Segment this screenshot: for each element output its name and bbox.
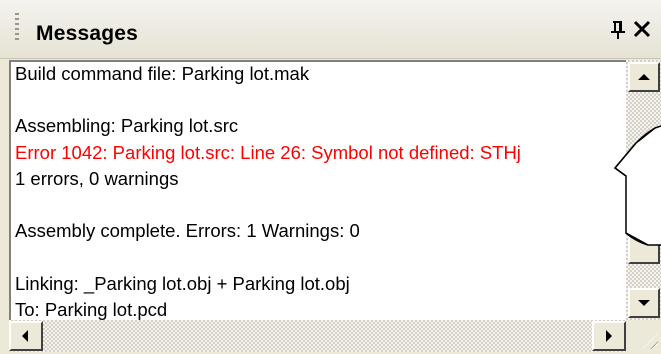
pin-icon[interactable]: [607, 18, 629, 42]
scroll-up-button[interactable]: [628, 62, 660, 92]
messages-panel: Messages Build command file: Parking lot…: [0, 0, 661, 352]
message-line: Assembly complete. Errors: 1 Warnings: 0: [15, 220, 360, 242]
scroll-left-button[interactable]: [9, 321, 43, 351]
vertical-scrollbar[interactable]: [626, 60, 661, 320]
arrow-left-icon: [22, 330, 28, 342]
scroll-thumb[interactable]: [628, 224, 660, 264]
messages-output[interactable]: Build command file: Parking lot.mak Assem…: [9, 60, 626, 322]
panel-title: Messages: [36, 22, 138, 45]
arrow-up-icon: [638, 74, 650, 80]
message-line: Build command file: Parking lot.mak: [15, 63, 310, 84]
scroll-right-button[interactable]: [592, 321, 626, 351]
title-bar[interactable]: Messages: [0, 0, 661, 59]
horizontal-scrollbar[interactable]: [9, 320, 626, 352]
message-line: Linking: _Parking lot.obj + Parking lot.…: [15, 272, 350, 294]
message-line: To: Parking lot.pcd: [15, 298, 168, 320]
close-icon[interactable]: [630, 18, 654, 42]
drag-grip-icon[interactable]: [15, 13, 19, 43]
message-line: 1 errors, 0 warnings: [15, 167, 179, 189]
arrow-right-icon: [606, 330, 612, 342]
message-line: Assembling: Parking lot.src: [15, 115, 239, 137]
scroll-down-button[interactable]: [628, 288, 660, 318]
resize-grip-icon[interactable]: [626, 320, 661, 352]
message-line-error: Error 1042: Parking lot.src: Line 26: Sy…: [15, 141, 521, 163]
arrow-down-icon: [638, 300, 650, 306]
